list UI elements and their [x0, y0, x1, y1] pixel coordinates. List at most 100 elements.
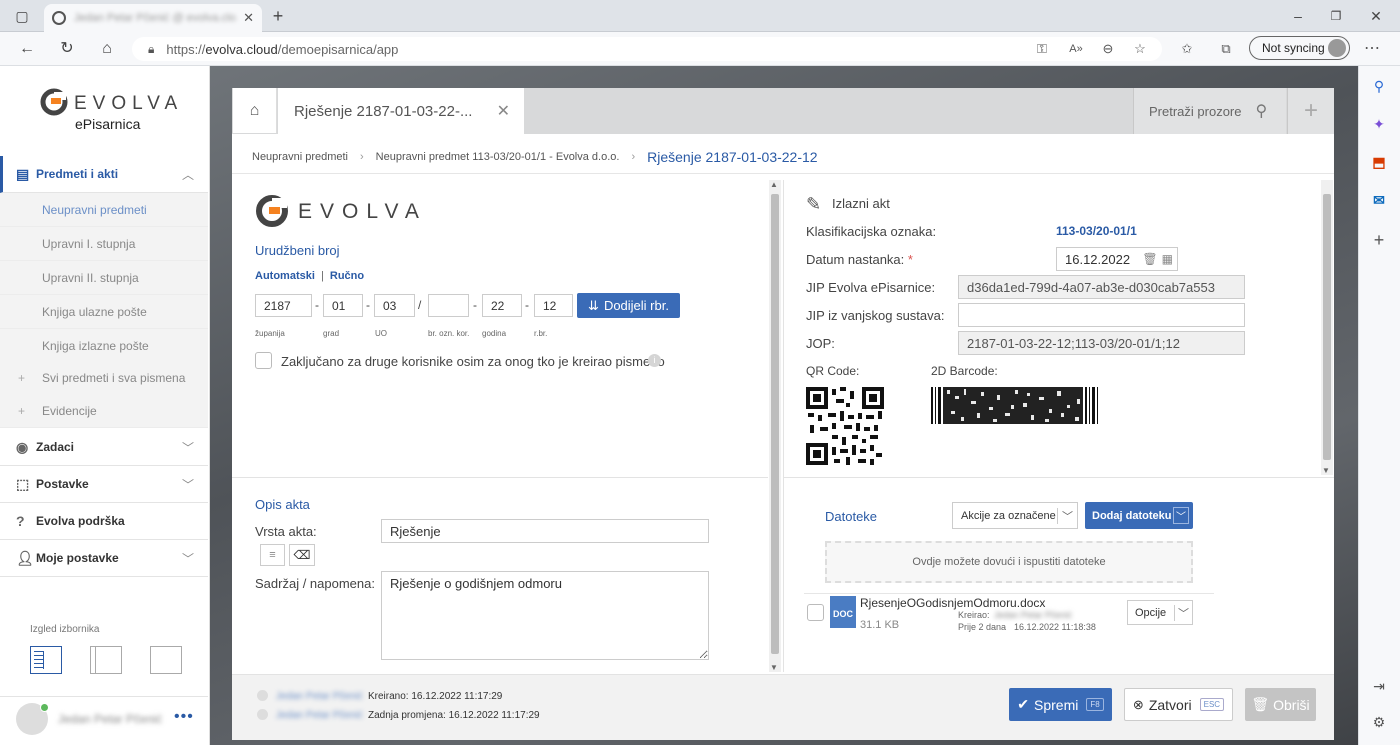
file-options-dropdown[interactable]: Opcije ﹀ — [1127, 600, 1193, 625]
breadcrumb-current: Rješenje 2187-01-03-22-12 — [647, 148, 818, 165]
klas-link[interactable]: 113-03/20-01/1 — [1056, 224, 1137, 238]
profile-sync-button[interactable]: Not syncing — [1249, 36, 1350, 60]
opis-title: Opis akta — [255, 497, 310, 512]
layout-option-collapsed[interactable] — [90, 646, 122, 674]
grad-input[interactable] — [323, 294, 363, 317]
submenu-knjiga-izlazne[interactable]: Knjiga izlazne pošte — [0, 329, 208, 363]
save-button[interactable]: ✔ Spremi F8 — [1009, 688, 1112, 721]
browser-tab-title: Jedan Petar Pčenić @ evolva.clo... — [74, 12, 238, 24]
menu-predmeti-i-akti[interactable]: ▤ Predmeti i akti ︿ — [0, 156, 208, 193]
close-tab-icon[interactable]: ✕ — [243, 10, 254, 26]
submenu-svi-predmeti[interactable]: + Svi predmeti i sva pismena — [0, 361, 208, 395]
breadcrumb-item[interactable]: Neupravni predmet 113-03/20-01/1 - Evolv… — [376, 151, 620, 163]
sadrzaj-label: Sadržaj / napomena: — [255, 576, 375, 591]
field-separator: - — [525, 298, 529, 312]
godina-input[interactable] — [482, 294, 522, 317]
chevron-down-icon[interactable]: ﹀ — [1173, 507, 1189, 524]
submenu-neupravni-predmeti[interactable]: Neupravni predmeti — [0, 193, 208, 227]
menu-zadaci[interactable]: ◉ Zadaci ﹀ — [0, 429, 208, 466]
submenu-label: Svi predmeti i sva pismena — [42, 370, 186, 385]
jop-input[interactable] — [958, 331, 1245, 355]
lock-label: Zaključano za druge korisnike osim za on… — [281, 354, 665, 369]
hide-sidebar-icon[interactable]: ⇥ — [1369, 676, 1389, 696]
file-drop-zone[interactable]: Ovdje možete dovući i ispustiti datoteke — [825, 541, 1193, 583]
file-checkbox[interactable] — [807, 604, 824, 621]
field-separator: - — [473, 298, 477, 312]
breadcrumb-item[interactable]: Neupravni predmeti — [252, 151, 348, 163]
layout-option-expanded[interactable] — [30, 646, 62, 674]
add-file-button[interactable]: Dodaj datoteku ﹀ — [1085, 502, 1193, 529]
assign-number-button[interactable]: ⇊ Dodijeli rbr. — [577, 293, 680, 318]
menu-label: Predmeti i akti — [36, 167, 119, 181]
close-button[interactable]: ⊗ Zatvori ESC — [1124, 688, 1233, 721]
copilot-icon[interactable]: ✦ — [1369, 114, 1389, 134]
mode-manual-link[interactable]: Ručno — [330, 270, 364, 282]
collections-icon[interactable]: ⧉ — [1216, 40, 1236, 58]
submenu-label: Knjiga ulazne pošte — [42, 304, 147, 319]
add-sidebar-app-icon[interactable]: + — [1369, 230, 1389, 250]
outlook-icon[interactable]: ✉ — [1369, 190, 1389, 210]
read-aloud-icon[interactable]: A» — [1066, 40, 1086, 58]
menu-moje-postavke[interactable]: 👤︎ Moje postavke ﹀ — [0, 540, 208, 577]
sync-label: Not syncing — [1262, 41, 1325, 55]
submenu-upravni-1[interactable]: Upravni I. stupnja — [0, 227, 208, 261]
office-icon[interactable]: ⬒ — [1369, 152, 1389, 172]
rbr-input[interactable] — [534, 294, 573, 317]
settings-gear-icon[interactable]: ⚙ — [1369, 712, 1389, 732]
submenu-label: Evidencije — [42, 403, 97, 418]
submenu-label: Upravni II. stupnja — [42, 270, 139, 285]
jop-label: JOP: — [806, 336, 835, 351]
br-ozn-kor-input[interactable] — [428, 294, 469, 317]
submenu-evidencije[interactable]: + Evidencije — [0, 394, 208, 428]
sadrzaj-textarea[interactable]: Rješenje o godišnjem odmoru — [381, 571, 709, 660]
bulk-actions-dropdown[interactable]: Akcije za označene ﹀ — [952, 502, 1078, 529]
favorites-icon[interactable]: ✩ — [1177, 40, 1197, 58]
info-icon[interactable]: i — [648, 354, 661, 367]
file-name[interactable]: RjesenjeOGodisnjemOdmoru.docx — [860, 596, 1045, 610]
key-icon[interactable]: ⚿ — [1032, 40, 1052, 58]
list-select-icon[interactable]: ≡ — [260, 544, 285, 566]
trash-icon[interactable]: 🗑︎ — [1142, 252, 1157, 266]
submenu-knjiga-ulazne[interactable]: Knjiga ulazne pošte — [0, 295, 208, 329]
mode-auto-link[interactable]: Automatski — [255, 270, 315, 282]
restore-icon[interactable]: ❐ — [1326, 6, 1346, 26]
more-icon[interactable]: ⋯ — [1362, 40, 1382, 58]
refresh-icon[interactable]: ↻ — [56, 38, 78, 60]
menu-postavke[interactable]: ⬚ Postavke ﹀ — [0, 466, 208, 503]
jip-ext-input[interactable] — [958, 303, 1245, 327]
delete-button[interactable]: 🗑︎ Obriši — [1245, 688, 1316, 721]
search-icon[interactable]: ⚲ — [1369, 76, 1389, 96]
new-tab-icon[interactable]: + — [268, 6, 288, 26]
user-menu-icon[interactable]: ••• — [174, 708, 194, 726]
modified-timestamp: Zadnja promjena: 16.12.2022 11:17:29 — [368, 710, 540, 721]
url-path: /demoepisarnica/app — [277, 41, 399, 57]
menu-evolva-podrska[interactable]: ? Evolva podrška — [0, 503, 208, 540]
add-favorite-icon[interactable]: ☆ — [1130, 40, 1150, 58]
minimize-icon[interactable]: – — [1288, 6, 1308, 26]
window-tab-rjesenje[interactable]: Rješenje 2187-01-03-22-... ✕ — [278, 88, 524, 134]
browser-tab[interactable]: Jedan Petar Pčenić @ evolva.clo... ✕ — [44, 4, 262, 32]
back-icon[interactable]: ← — [16, 38, 38, 60]
home-tab-icon[interactable]: ⌂ — [233, 88, 277, 133]
left-scrollbar[interactable]: ▲ ▼ — [769, 180, 781, 672]
home-icon[interactable]: ⌂ — [96, 38, 118, 60]
close-window-tab-icon[interactable]: ✕ — [497, 101, 510, 121]
search-windows[interactable]: Pretraži prozore ⚲ — [1133, 88, 1286, 134]
layout-option-hidden[interactable] — [150, 646, 182, 674]
calendar-icon[interactable]: ▦ — [1162, 252, 1173, 266]
eraser-icon[interactable]: ⌫ — [289, 544, 315, 566]
sidebar-toggle-icon[interactable]: ▢ — [12, 6, 32, 26]
menu-label: Evolva podrška — [36, 514, 125, 528]
datum-input[interactable]: 16.12.2022 🗑︎ ▦ — [1056, 247, 1178, 271]
zupanija-input[interactable] — [255, 294, 312, 317]
window-close-icon[interactable]: ✕ — [1366, 6, 1386, 26]
submenu-upravni-2[interactable]: Upravni II. stupnja — [0, 261, 208, 295]
new-window-icon[interactable]: + — [1287, 88, 1334, 134]
uo-input[interactable] — [374, 294, 415, 317]
lock-checkbox[interactable] — [255, 352, 272, 369]
jip-input[interactable] — [958, 275, 1245, 299]
vrsta-input[interactable] — [381, 519, 709, 543]
url-field[interactable]: 🔒︎ https://evolva.cloud/demoepisarnica/a… — [132, 37, 1162, 61]
right-scrollbar[interactable]: ▼ — [1321, 180, 1333, 475]
zoom-icon[interactable]: ⊖ — [1098, 40, 1118, 58]
